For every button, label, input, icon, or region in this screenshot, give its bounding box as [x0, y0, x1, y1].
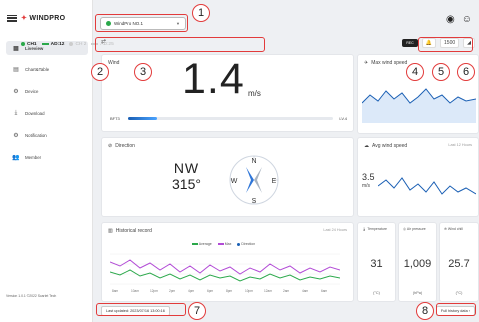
compass-e: E	[272, 178, 277, 185]
version-text: Version 1.0.1 ©2022 Scarlet Tech	[6, 294, 57, 298]
avg-wind-subtitle: Last 12 Hours	[448, 143, 472, 147]
annotation-box-4-6	[418, 37, 473, 52]
channel-ch2[interactable]: CH 2	[69, 42, 86, 47]
svg-text:12am: 12am	[264, 289, 272, 293]
svg-text:8pm: 8pm	[226, 289, 233, 293]
history-icon: ▥	[108, 228, 113, 234]
bft-label: BFT3	[110, 115, 120, 121]
avg-wind-value: 3.5	[362, 172, 375, 182]
direction-readout: NW 315°	[172, 160, 201, 192]
temperature-card: 🌡 Temperature 31 (°C)	[357, 222, 396, 302]
bft-bar: BFT3 LV.4	[110, 115, 347, 121]
svg-text:2am: 2am	[283, 289, 290, 293]
history-title: ▥ Historical record	[108, 228, 152, 234]
member-icon: 👥	[12, 154, 20, 161]
bft-level: LV.4	[339, 115, 347, 121]
direction-letters: NW	[173, 160, 200, 176]
wind-chill-card: ❄ Wind chill 25.7 (°C)	[439, 222, 479, 302]
direction-angle: 315°	[172, 176, 201, 192]
annotation-number-2: 2	[91, 63, 109, 81]
notification-icon: ⚙	[13, 132, 19, 139]
wind-unit: m/s	[248, 89, 261, 98]
compass-n: N	[251, 158, 256, 165]
wind-chill-unit: (°C)	[455, 291, 463, 295]
bft-track	[128, 116, 334, 120]
compass-s: S	[252, 198, 257, 205]
air-pressure-card: ◎ Air pressure 1,009 (hPa)	[398, 222, 437, 302]
brand: ✦ WINDPRO	[0, 0, 93, 36]
air-pressure-title: ◎ Air pressure	[403, 227, 426, 231]
annotation-number-7: 7	[188, 302, 206, 320]
alert-icon[interactable]: ◉	[446, 14, 455, 25]
channel-ad12[interactable]: AD:12	[41, 42, 64, 47]
cloud-icon: ☁	[364, 143, 369, 149]
annotation-number-1: 1	[192, 4, 210, 22]
device-icon: ⚙	[13, 88, 19, 95]
svg-text:4am: 4am	[302, 289, 309, 293]
bft-fill	[128, 116, 157, 120]
annotation-box-2-3	[95, 37, 265, 52]
history-card: ▥ Historical record Last 24 Hours Average…	[101, 222, 354, 302]
svg-text:6am: 6am	[321, 289, 328, 293]
temperature-value: 31	[370, 258, 383, 270]
svg-text:10am: 10am	[131, 289, 139, 293]
account-icon[interactable]: ☺	[462, 14, 472, 25]
history-subtitle: Last 24 Hours	[323, 228, 347, 232]
liveview-icon: ▦	[13, 45, 19, 52]
wind-title: Wind	[108, 60, 120, 66]
avg-wind-unit: m/s	[362, 183, 371, 189]
svg-text:8am: 8am	[112, 289, 119, 293]
annotation-number-3: 3	[134, 63, 152, 81]
legend-direction[interactable]: Direction	[237, 242, 255, 246]
history-xticks: 8am 10am 12pm 2pm 4pm 6pm 8pm 10pm 12am …	[112, 289, 328, 293]
compass-icon: N S E W	[229, 155, 279, 205]
download-icon: ⤓	[14, 109, 18, 116]
direction-card: ⊘ Direction NW 315° N S E W	[101, 137, 354, 217]
svg-text:2pm: 2pm	[169, 289, 176, 293]
top-icons: ◉ ☺	[446, 14, 472, 25]
annotation-box-1	[95, 14, 188, 32]
direction-title: ⊘ Direction	[108, 143, 135, 149]
annotation-box-8	[436, 303, 476, 316]
avg-wind-title: ☁ Avg wind speed	[364, 143, 408, 149]
annotation-number-8: 8	[416, 302, 434, 320]
channel-ch1[interactable]: CH1	[21, 42, 37, 47]
svg-text:12pm: 12pm	[150, 289, 158, 293]
wind-chill-value: 25.7	[448, 258, 470, 270]
max-wind-title: ✈ Max wind speed	[364, 60, 408, 66]
rec-button[interactable]: REC	[402, 39, 418, 47]
history-chart: 8am 10am 12pm 2pm 4pm 6pm 8pm 10pm 12am …	[110, 253, 340, 293]
sidebar-item-device[interactable]: ⚙ Device	[6, 84, 88, 98]
wind-value: 1.4	[182, 55, 245, 103]
menu-icon[interactable]	[7, 14, 17, 22]
annotation-number-5: 5	[432, 63, 450, 81]
logo: ✦ WINDPRO	[21, 15, 66, 22]
wind-icon: ✈	[364, 60, 369, 66]
wind-chill-title: ❄ Wind chill	[444, 227, 463, 231]
air-pressure-value: 1,009	[403, 258, 432, 270]
svg-text:4pm: 4pm	[188, 289, 195, 293]
sidebar-item-download[interactable]: ⤓ Download	[6, 106, 88, 120]
annotation-number-6: 6	[457, 63, 475, 81]
annotation-number-4: 4	[406, 63, 424, 81]
max-wind-chart	[362, 88, 476, 123]
sidebar-item-chart-table[interactable]: ▤ Chart&Table	[6, 62, 88, 76]
avg-wind-chart	[378, 177, 476, 195]
annotation-box-7	[96, 303, 186, 316]
sidebar-item-member[interactable]: 👥 Member	[6, 150, 88, 164]
compass-w: W	[231, 178, 238, 185]
legend-average[interactable]: Average	[192, 242, 212, 246]
svg-text:10pm: 10pm	[245, 289, 253, 293]
legend-max[interactable]: Max	[217, 242, 231, 246]
chart-table-icon: ▤	[13, 66, 19, 73]
svg-text:6pm: 6pm	[207, 289, 214, 293]
compass-small-icon: ⊘	[108, 143, 113, 149]
air-pressure-unit: (hPa)	[412, 291, 423, 295]
temperature-title: 🌡 Temperature	[362, 227, 388, 231]
avg-wind-card: ☁ Avg wind speed Last 12 Hours 3.5 m/s	[357, 137, 479, 217]
temperature-unit: (°C)	[373, 291, 380, 295]
history-legend: Average Max Direction	[192, 242, 255, 246]
sidebar-item-notification[interactable]: ⚙ Notification	[6, 128, 88, 142]
